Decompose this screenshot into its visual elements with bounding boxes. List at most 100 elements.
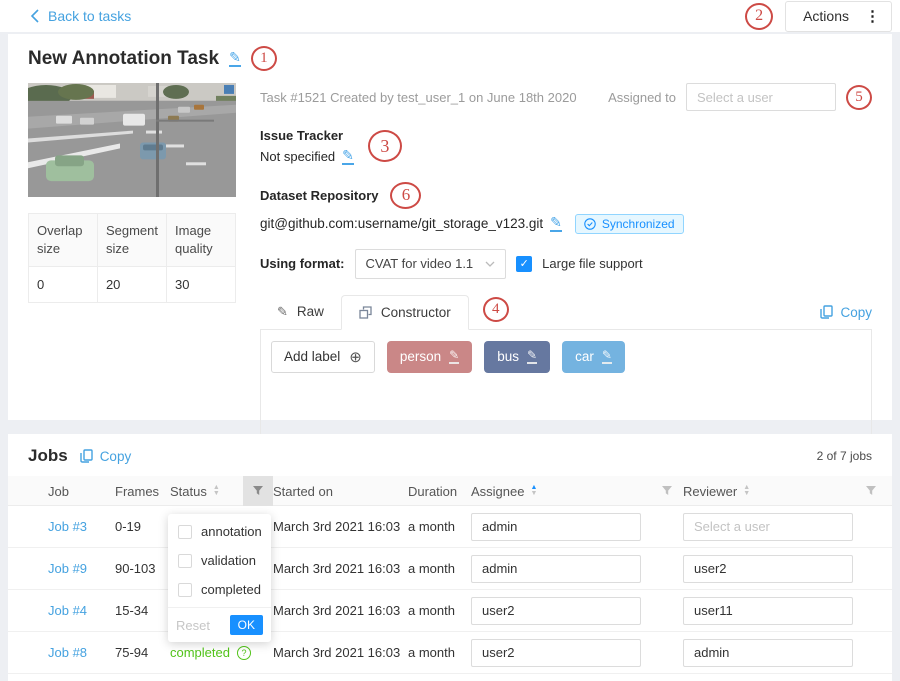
tab-raw[interactable]: ✎ Raw (260, 295, 341, 329)
assigned-to-label: Assigned to (608, 90, 676, 105)
format-select[interactable]: CVAT for video 1.1 (355, 249, 507, 279)
job-link[interactable]: Job #4 (48, 603, 115, 618)
chevron-left-icon (30, 9, 39, 23)
using-format-label: Using format: (260, 256, 345, 271)
validation-checkbox[interactable] (178, 554, 192, 568)
status-filter-icon[interactable] (243, 476, 273, 506)
edit-label-person-icon[interactable]: ✎ (449, 349, 459, 364)
block-icon (359, 306, 372, 319)
label-tag-person-name: person (400, 349, 441, 364)
large-file-support-checkbox[interactable]: ✓ (516, 256, 532, 272)
job-row-2: Job #9 90-103 March 3rd 2021 16:03 a mon… (8, 548, 892, 590)
actions-label: Actions (803, 8, 849, 24)
param-value-overlap: 0 (29, 267, 98, 303)
reviewer-sort-icon[interactable]: ▲▼ (743, 485, 750, 497)
edit-label-bus-icon[interactable]: ✎ (527, 349, 537, 364)
edit-label-car-icon[interactable]: ✎ (602, 349, 612, 364)
assignee-select[interactable] (471, 639, 641, 667)
actions-button[interactable]: Actions ⋮ (785, 1, 892, 32)
assignee-select[interactable] (471, 513, 641, 541)
copy-jobs-label: Copy (100, 449, 132, 464)
task-meta: Task #1521 Created by test_user_1 on Jun… (260, 90, 577, 105)
job-duration: a month (408, 645, 471, 660)
jobs-count: 2 of 7 jobs (817, 449, 872, 463)
completed-checkbox[interactable] (178, 583, 192, 597)
pencil-icon: ✎ (277, 304, 288, 320)
col-status[interactable]: Status ▲▼ (170, 484, 243, 499)
job-link[interactable]: Job #3 (48, 519, 115, 534)
add-label-button[interactable]: Add label ⊕ (271, 341, 375, 373)
job-frames: 90-103 (115, 561, 170, 576)
callout-1: 1 (251, 46, 277, 71)
col-started-on: Started on (273, 484, 408, 499)
job-duration: a month (408, 561, 471, 576)
callout-6: 6 (390, 182, 421, 209)
filter-option-completed[interactable]: completed (168, 575, 271, 604)
edit-repository-icon[interactable]: ✎ (550, 215, 562, 232)
edit-title-icon[interactable]: ✎ (229, 50, 241, 67)
annotation-checkbox[interactable] (178, 525, 192, 539)
task-params-table: Overlap size Segment size Image quality … (28, 213, 236, 303)
task-details-card: New Annotation Task ✎ 1 (8, 34, 892, 420)
job-row-4: Job #8 75-94 completed ? March 3rd 2021 … (8, 632, 892, 674)
labels-tab-bar: ✎ Raw Constructor 4 Copy (260, 295, 872, 330)
copy-icon (80, 449, 93, 463)
assignee-select[interactable] (471, 555, 641, 583)
plus-circle-icon: ⊕ (349, 348, 362, 366)
job-row-3: Job #4 15-34 March 3rd 2021 16:03 a mont… (8, 590, 892, 632)
filter-ok-button[interactable]: OK (230, 615, 263, 635)
job-started: March 3rd 2021 16:03 (273, 645, 408, 660)
reviewer-filter-icon[interactable] (858, 476, 884, 506)
annotation-label: annotation (201, 524, 262, 539)
col-assignee[interactable]: Assignee ▲▼ (471, 484, 651, 499)
col-reviewer[interactable]: Reviewer ▲▼ (683, 484, 858, 499)
filter-option-validation[interactable]: validation (168, 546, 271, 575)
sync-status-badge: Synchronized (575, 214, 684, 234)
add-label-text: Add label (284, 349, 340, 364)
job-link[interactable]: Job #8 (48, 645, 115, 660)
edit-issue-tracker-icon[interactable]: ✎ (342, 148, 354, 165)
reviewer-select[interactable] (683, 513, 853, 541)
reviewer-select[interactable] (683, 555, 853, 583)
issue-tracker-label: Issue Tracker (260, 128, 354, 143)
assignee-filter-icon[interactable] (651, 476, 683, 506)
label-tag-car[interactable]: car ✎ (562, 341, 625, 373)
tab-raw-label: Raw (297, 304, 324, 319)
copy-labels-label: Copy (840, 305, 872, 320)
task-title: New Annotation Task (28, 48, 219, 70)
back-to-tasks-link[interactable]: Back to tasks (30, 8, 131, 24)
labels-constructor-panel: Add label ⊕ person ✎ bus ✎ car ✎ (260, 330, 872, 436)
format-select-value: CVAT for video 1.1 (366, 256, 474, 271)
assignee-select[interactable] (471, 597, 641, 625)
assigned-to-input[interactable] (686, 83, 836, 111)
reviewer-select[interactable] (683, 597, 853, 625)
assignee-sort-icon[interactable]: ▲▼ (530, 485, 537, 497)
issue-tracker-value: Not specified (260, 149, 335, 164)
job-link[interactable]: Job #9 (48, 561, 115, 576)
label-tag-bus[interactable]: bus ✎ (484, 341, 550, 373)
tab-constructor[interactable]: Constructor (341, 295, 469, 330)
callout-2: 2 (745, 3, 773, 30)
copy-jobs-link[interactable]: Copy (80, 449, 132, 464)
large-file-support-label: Large file support (542, 256, 642, 271)
job-status-completed: completed ? (170, 645, 273, 660)
filter-reset-button[interactable]: Reset (176, 618, 210, 633)
top-bar: Back to tasks 2 Actions ⋮ (0, 0, 900, 32)
status-sort-icon[interactable]: ▲▼ (213, 485, 220, 497)
status-filter-dropdown: annotation validation completed Reset OK (168, 514, 271, 642)
check-circle-icon (584, 218, 596, 230)
back-to-tasks-label: Back to tasks (48, 8, 131, 24)
label-tag-person[interactable]: person ✎ (387, 341, 472, 373)
filter-option-annotation[interactable]: annotation (168, 517, 271, 546)
label-tag-car-name: car (575, 349, 594, 364)
validation-label: validation (201, 553, 256, 568)
check-icon: ✓ (520, 257, 529, 270)
copy-labels-link[interactable]: Copy (820, 305, 872, 329)
col-reviewer-label: Reviewer (683, 484, 737, 499)
job-frames: 0-19 (115, 519, 170, 534)
reviewer-select[interactable] (683, 639, 853, 667)
callout-5: 5 (846, 85, 872, 110)
kebab-menu-icon: ⋮ (865, 7, 880, 25)
label-tag-bus-name: bus (497, 349, 519, 364)
col-frames: Frames (115, 484, 170, 499)
